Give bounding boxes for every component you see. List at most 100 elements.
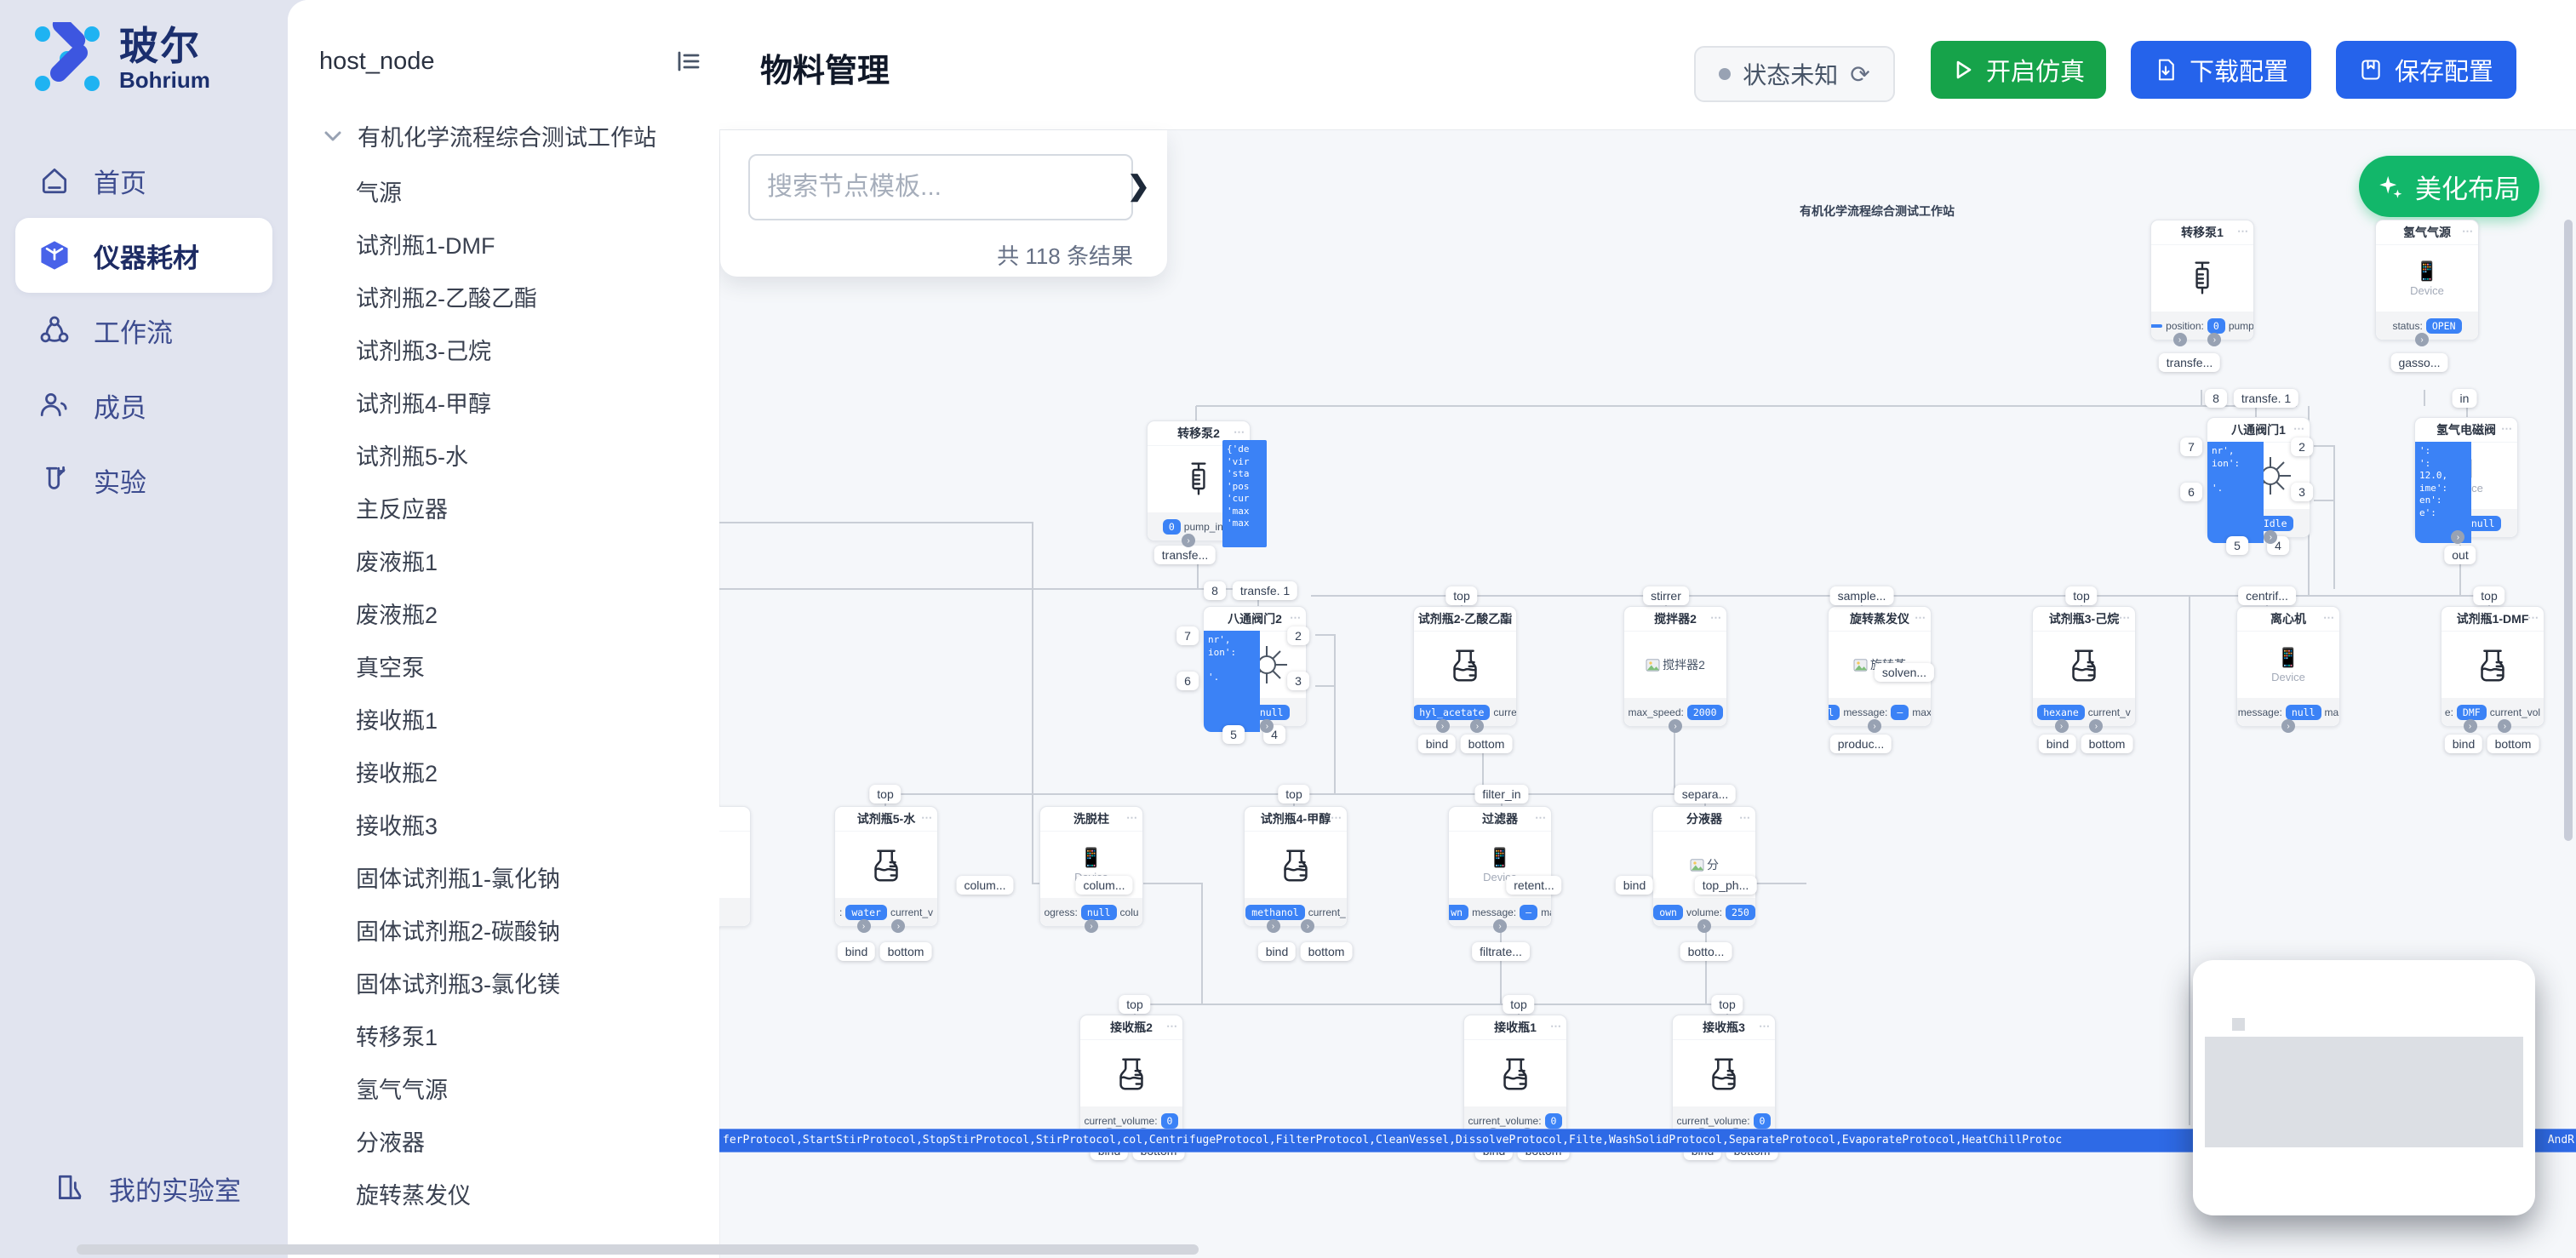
tree-item[interactable]: 旋转蒸发仪 [356,1169,713,1222]
search-input[interactable] [748,154,1133,220]
port-dot-icon[interactable]: › [2173,333,2187,346]
edge-label-separa-[interactable]: separa... [1674,785,1736,803]
edge-label-top[interactable]: top [2065,586,2097,605]
param-value-chip[interactable]: 0 [1754,1113,1772,1129]
port-dot-icon[interactable]: › [1436,719,1450,733]
valve-port-number[interactable]: 7 [2180,437,2202,456]
edge-label-colum-[interactable]: colum... [956,876,1013,895]
beautify-layout-button[interactable]: 美化布局 [2359,156,2539,217]
port-dot-icon[interactable]: › [1182,534,1195,547]
node-menu-icon[interactable]: ⋯ [1535,806,1547,830]
tree-item[interactable]: 接收瓶1 [356,695,713,747]
canvas-node-receiver-bottle-1[interactable]: 接收瓶1⋯current_volume:0›› [1463,1015,1567,1135]
port-dot-icon[interactable]: › [2415,333,2429,346]
param-value-chip[interactable]: own [1653,905,1683,920]
port-dot-icon[interactable]: › [1697,919,1711,933]
search-submit-chevron-icon[interactable]: ❯ [1127,169,1150,202]
param-value-chip[interactable]: wn [1449,905,1468,920]
node-menu-icon[interactable]: ⋯ [1710,606,1722,630]
edge-label-transfe-[interactable]: transfe... [1154,546,1216,564]
edge-label-bind[interactable]: bind [2039,735,2076,753]
tree-item[interactable]: 固体试剂瓶3-氯化镁 [356,958,713,1011]
node-menu-icon[interactable]: ⋯ [1126,806,1138,830]
valve-port-number[interactable]: 5 [1222,725,1245,744]
port-dot-icon[interactable]: › [1493,919,1507,933]
node-menu-icon[interactable]: ⋯ [2237,220,2249,243]
canvas-node-clipped-node[interactable]: dl [719,806,751,927]
param-value-chip[interactable]: DMF [2457,705,2487,720]
minimap-viewport-rect[interactable] [2205,1037,2523,1147]
canvas-node-reagent-bottle-2[interactable]: 试剂瓶2-乙酸乙酯⋯hyl_acetatecurre›› [1413,606,1517,727]
port-dot-icon[interactable]: › [1868,719,1881,733]
edge-label-filter-in[interactable]: filter_in [1474,785,1528,803]
edge-label-top[interactable]: top [1119,995,1150,1014]
edge-label-bind[interactable]: bind [2445,735,2482,753]
edge-label-filtrate-[interactable]: filtrate... [1472,942,1530,961]
canvas-node-receiver-bottle-3[interactable]: 接收瓶3⋯current_volume:0›› [1672,1015,1776,1135]
vertical-scrollbar-thumb[interactable] [2564,220,2573,841]
edge-label-colum-[interactable]: colum... [1075,876,1132,895]
edge-label-top[interactable]: top [1278,785,1309,803]
param-value-chip[interactable]: l [1829,705,1840,720]
sidebar-item-members[interactable]: 成员 [15,368,272,443]
canvas-node-eight-way-valve-1[interactable]: 八通阀门1⋯status:Idlenr', ion': '.762354› [2207,417,2310,538]
tree-item[interactable]: 转移泵1 [356,1011,713,1064]
canvas-node-h2-gas-source[interactable]: 氢气气源⋯📱Devicestatus:OPEN› [2375,220,2479,340]
edge-label-top[interactable]: top [1711,995,1743,1014]
port-dot-icon[interactable]: › [1085,919,1098,933]
param-value-chip[interactable]: 0 [2207,318,2225,334]
valve-port-number[interactable]: 6 [1176,672,1199,690]
node-menu-icon[interactable]: ⋯ [921,806,933,830]
edge-label-in[interactable]: in [2453,389,2477,408]
canvas-node-separator[interactable]: 分液器⋯分ownvolume:250› [1652,806,1756,927]
edge-label-bind[interactable]: bind [1258,942,1296,961]
node-menu-icon[interactable]: ⋯ [1739,806,1751,830]
tree-item[interactable]: 分液器 [356,1117,713,1169]
param-value-chip[interactable]: null [2286,705,2321,720]
canvas-node-reagent-bottle-4[interactable]: 试剂瓶4-甲醇⋯methanolcurrent_›› [1244,806,1348,927]
tree-item[interactable]: 接收瓶3 [356,800,713,853]
tree-item[interactable]: 废液瓶2 [356,589,713,642]
tree-item[interactable]: 接收瓶2 [356,747,713,800]
sidebar-item-my-lab[interactable]: 我的实验室 [31,1151,255,1226]
edge-label-bind[interactable]: bind [1418,735,1456,753]
canvas-node-transfer-pump-1[interactable]: 转移泵1⋯position:0pump›› [2150,220,2254,340]
edge-label-transfe-[interactable]: transfe... [2159,353,2220,372]
node-menu-icon[interactable]: ⋯ [2527,606,2539,630]
port-dot-icon[interactable]: › [2055,719,2069,733]
port-dot-icon[interactable]: › [2281,719,2295,733]
param-value-chip[interactable]: 2000 [1687,705,1723,720]
param-value-chip[interactable]: – [1520,905,1537,920]
edge-label-top[interactable]: top [1445,586,1477,605]
canvas-node-receiver-bottle-2[interactable]: 接收瓶2⋯current_volume:0›› [1079,1015,1183,1135]
canvas-node-eight-way-valve-2[interactable]: 八通阀门2⋯status:nullnr', ion': '.762354› [1203,606,1307,727]
edge-label-solven-[interactable]: solven... [1875,663,1934,682]
node-menu-icon[interactable]: ⋯ [1915,606,1926,630]
param-value-chip[interactable]: 0 [1163,519,1181,535]
minimap[interactable] [2193,960,2535,1215]
sidebar-item-instruments[interactable]: 仪器耗材 [15,218,272,293]
param-value-chip[interactable]: 0 [1545,1113,1563,1129]
node-menu-icon[interactable]: ⋯ [1759,1015,1771,1038]
edge-label-bottom[interactable]: bottom [1301,942,1353,961]
edge-label-top-ph-[interactable]: top_ph... [1695,876,1757,895]
port-dot-icon[interactable]: › [2464,719,2477,733]
canvas-node-centrifuge[interactable]: 离心机⋯📱Devicemessage:nullma› [2236,606,2340,727]
param-value-chip[interactable]: null [1081,905,1117,920]
valve-port-number[interactable]: 3 [2291,483,2313,501]
edge-label-bottom[interactable]: bottom [2081,735,2133,753]
param-value-chip[interactable]: 0 [1161,1113,1179,1129]
tree-item[interactable]: 主反应器 [356,483,713,536]
param-value-chip[interactable]: hexane [2037,705,2085,720]
valve-port-number[interactable]: 2 [1287,626,1309,645]
tree-item[interactable]: 废液瓶1 [356,536,713,589]
tree-group-row[interactable]: 有机化学流程综合测试工作站 [322,119,656,152]
canvas-node-transfer-pump-2[interactable]: 转移泵2⋯0pump_info:{'de 'vir 'sta 'pos 'cur… [1147,420,1251,541]
sidebar-item-workflow[interactable]: 工作流 [15,293,272,368]
edge-label-retent-[interactable]: retent... [1506,876,1561,895]
param-value-chip[interactable]: 250 [1726,905,1755,920]
port-dot-icon[interactable]: › [857,919,871,933]
tree-item[interactable]: 固体试剂瓶1-氯化钠 [356,853,713,906]
param-value-chip[interactable]: water [845,905,887,920]
port-dot-icon[interactable]: › [1669,719,1682,733]
